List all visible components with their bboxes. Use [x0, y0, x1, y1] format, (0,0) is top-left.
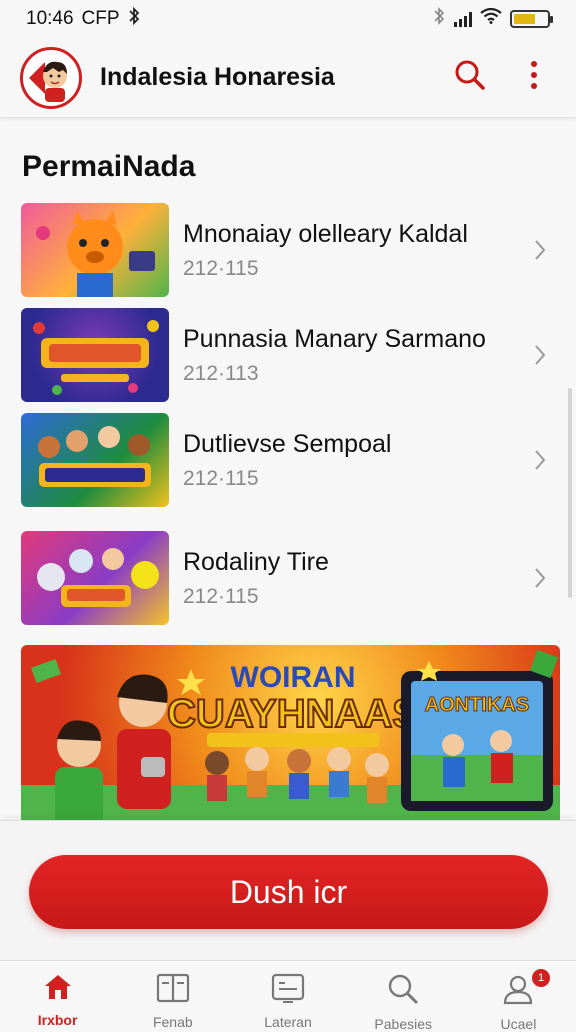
- chevron-right-icon: [520, 567, 560, 589]
- chevron-right-icon: [520, 449, 560, 471]
- status-bar: 10:46 CFP: [0, 0, 576, 38]
- game-thumbnail: [21, 413, 169, 507]
- more-options-button[interactable]: [512, 56, 556, 100]
- nav-item-lateran[interactable]: Lateran: [230, 961, 345, 1030]
- list-item[interactable]: Punnasia Manary Sarmano 212·113: [0, 307, 576, 403]
- wifi-icon: [480, 7, 502, 30]
- banner-headline-main: CUAYHNAAS: [167, 692, 419, 736]
- signal-icon: [454, 11, 472, 27]
- profile-icon: [502, 973, 534, 1010]
- item-subtitle: 212·113: [183, 361, 259, 385]
- chevron-right-icon: [520, 344, 560, 366]
- banner-headline-top: WOIRAN: [231, 661, 356, 694]
- item-title: Rodaliny Tire: [183, 547, 329, 576]
- home-icon: [43, 973, 73, 1006]
- nav-label: Ucael: [500, 1016, 537, 1032]
- section-title: PermaiNada: [22, 150, 196, 183]
- item-title: Punnasia Manary Sarmano: [183, 324, 486, 353]
- nav-label: Irxbor: [37, 1012, 78, 1028]
- search-button[interactable]: [448, 56, 492, 100]
- nav-item-profile[interactable]: 1 Ucael: [461, 961, 576, 1032]
- item-subtitle: 212·115: [183, 584, 259, 608]
- list-item[interactable]: Dutlievse Sempoal 212·115: [0, 412, 576, 508]
- game-thumbnail: [21, 531, 169, 625]
- item-subtitle: 212·115: [183, 256, 259, 280]
- nav-label: Lateran: [264, 1014, 312, 1030]
- app-title: Indalesia Honaresia: [100, 63, 335, 91]
- notification-badge: 1: [532, 969, 551, 987]
- banner-screen-text: AONTIKAS: [425, 694, 529, 716]
- cta-panel: Dush icr: [0, 820, 576, 960]
- promo-banner[interactable]: WOIRAN CUAYHNAAS AONTIKAS: [21, 645, 560, 827]
- game-thumbnail: [21, 308, 169, 402]
- app-logo[interactable]: [20, 46, 82, 109]
- bluetooth-status-icon: [432, 7, 446, 31]
- item-title: Dutlievse Sempoal: [183, 429, 392, 458]
- search-icon: [387, 973, 419, 1010]
- bottom-nav: Irxbor Fenab Lateran Pabesies 1 Ucael: [0, 960, 576, 1032]
- battery-icon: [510, 10, 553, 28]
- status-carrier: CFP: [81, 8, 120, 29]
- nav-item-home[interactable]: Irxbor: [0, 961, 115, 1028]
- item-title: Mnonaiay olelleary Kaldal: [183, 219, 468, 248]
- list-item[interactable]: Rodaliny Tire 212·115: [0, 530, 576, 626]
- nav-label: Pabesies: [374, 1016, 432, 1032]
- game-thumbnail: [21, 203, 169, 297]
- nav-label: Fenab: [152, 1014, 193, 1030]
- status-time: 10:46: [26, 8, 74, 29]
- more-vertical-icon: [530, 60, 538, 95]
- scrollbar[interactable]: [568, 388, 572, 598]
- bluetooth-icon: [128, 6, 140, 31]
- nav-item-fenab[interactable]: Fenab: [115, 961, 230, 1030]
- app-bar: Indalesia Honaresia: [0, 38, 576, 118]
- primary-action-button[interactable]: Dush icr: [29, 855, 548, 929]
- book-icon: [156, 973, 190, 1008]
- item-subtitle: 212·115: [183, 466, 259, 490]
- chevron-right-icon: [520, 239, 560, 261]
- search-icon: [454, 59, 486, 96]
- nav-item-search[interactable]: Pabesies: [346, 961, 461, 1032]
- screen-icon: [271, 973, 305, 1008]
- list-item[interactable]: Mnonaiay olelleary Kaldal 212·115: [0, 202, 576, 298]
